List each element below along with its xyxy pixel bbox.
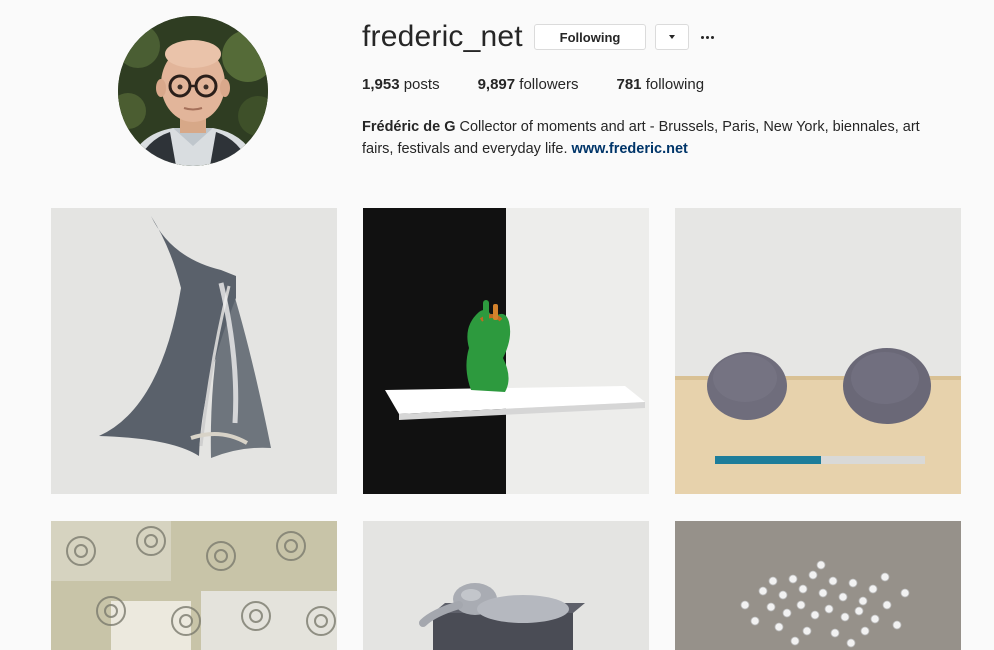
following-stat[interactable]: 781 following	[616, 76, 704, 93]
posts-stat: 1,953 posts	[362, 76, 440, 93]
following-label: following	[645, 76, 705, 93]
more-options-icon-dot	[705, 35, 709, 39]
following-count: 781	[616, 76, 642, 93]
followers-count: 9,897	[477, 76, 516, 93]
post-thumbnail[interactable]	[51, 521, 337, 650]
posts-count: 1,953	[362, 76, 400, 93]
post-thumbnail[interactable]	[51, 208, 337, 494]
post-thumbnail[interactable]	[675, 208, 961, 494]
post-thumbnail[interactable]	[363, 208, 649, 494]
profile-page: frederic_net Following 1,953 posts 9,897…	[0, 0, 994, 650]
posts-label: posts	[403, 76, 440, 93]
following-button[interactable]: Following	[534, 24, 646, 50]
chevron-down-icon	[669, 35, 675, 39]
profile-username: frederic_net	[362, 20, 523, 53]
avatar[interactable]	[118, 16, 268, 166]
more-options-icon	[700, 35, 704, 39]
suggested-dropdown-button[interactable]	[655, 24, 689, 50]
profile-website-link[interactable]: www.frederic.net	[572, 141, 688, 157]
more-options-icon-dot	[710, 35, 714, 39]
profile-stats: 1,953 posts 9,897 followers 781 followin…	[362, 76, 742, 93]
post-thumbnail[interactable]	[363, 521, 649, 650]
post-thumbnail[interactable]	[675, 521, 961, 650]
profile-full-name: Frédéric de G	[362, 119, 456, 135]
followers-stat[interactable]: 9,897 followers	[478, 76, 579, 93]
profile-bio: Frédéric de G Collector of moments and a…	[362, 116, 922, 160]
followers-label: followers	[519, 76, 579, 93]
more-options-button[interactable]	[698, 24, 716, 50]
